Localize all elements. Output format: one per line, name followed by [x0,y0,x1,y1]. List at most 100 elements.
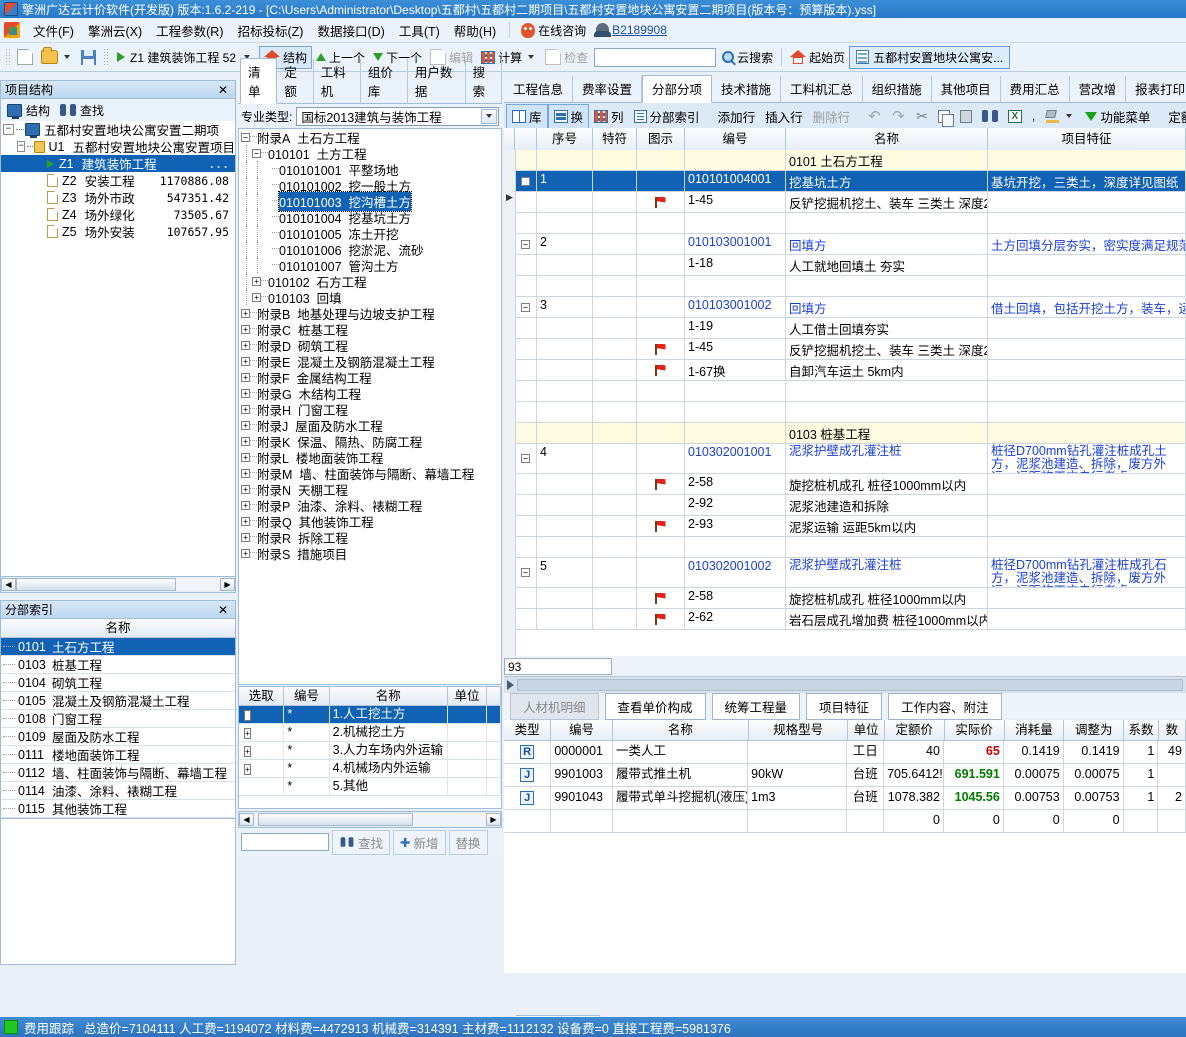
comma-button[interactable]: , [1027,107,1040,125]
library-toggle-button[interactable]: 库 [506,103,548,129]
row-expander[interactable] [515,150,537,170]
grid-sub-row[interactable] [504,213,1186,234]
function-menu-button[interactable]: 功能菜单 [1080,105,1155,128]
grid-sub-row[interactable] [504,402,1186,423]
cell-pick[interactable] [239,778,285,795]
expand-icon[interactable]: + [241,468,250,478]
classification-row[interactable]: + 附录S 措施项目 [239,545,501,562]
row-expander[interactable] [515,609,537,629]
grid-row-selector-bar[interactable]: ▶ [504,150,516,656]
row-expander[interactable] [515,516,537,536]
library-sub-row[interactable]: + * 1.人工挖土方 [239,706,501,724]
row-expander[interactable]: − [515,234,537,254]
library-replace-button[interactable]: 替换 [448,829,488,855]
menu-item-data-interface[interactable]: 数据接口(D) [310,18,391,43]
section-index-table[interactable]: 名称 0101 土石方工程 0103 桩基工程 0104 砌筑工程 0105 混凝土及钢… [0,619,236,819]
expand-icon[interactable]: + [241,356,250,366]
expand-icon[interactable]: + [241,548,250,558]
collapse-icon[interactable]: − [521,176,530,186]
grid-sub-row[interactable]: 1-45反铲挖掘机挖土、装车 三类土 深度2m以内 [504,192,1186,213]
section-index-row[interactable]: 0105 混凝土及钢筋混凝土工程 [1,692,235,710]
add-row-button[interactable]: 添加行 [713,105,761,128]
scroll-right-icon[interactable]: ▶ [486,813,501,826]
cell-pick[interactable]: + [239,760,285,777]
scroll-right-icon[interactable]: ▶ [220,578,235,591]
detail-row[interactable]: J 9901003 履带式推土机 90kW 台班 705.6412! 691.591 0.00… [504,764,1186,787]
grid-sub-row[interactable]: 2-93 泥浆运输 运距5km以内 [504,516,1186,537]
cell-pick[interactable]: + [239,742,285,759]
library-sub-row[interactable]: + * 3.人力车场内外运输 [239,742,501,760]
tree-unit-row[interactable]: − U1 五都村安置地块公寓安置项目 [1,138,235,155]
section-index-row[interactable]: 0111 楼地面装饰工程 [1,746,235,764]
grid-sub-row[interactable]: 1-45反铲挖掘机挖土、装车 三类土 深度2m以内 [504,339,1186,360]
find-button[interactable] [977,108,1003,124]
grid-sub-row[interactable]: 2-58 旋挖桩机成孔 桩径1000mm以内 [504,474,1186,495]
library-sub-row[interactable]: + * 4.机械场内外运输 [239,760,501,778]
collapse-icon[interactable]: − [521,302,530,312]
main-tab-9[interactable]: 报表打印 [1126,76,1186,102]
row-expander[interactable] [515,213,537,233]
section-index-row[interactable]: 0104 砌筑工程 [1,674,235,692]
columns-button[interactable]: 列 [589,105,629,128]
open-file-button[interactable] [37,47,77,66]
menu-item-file[interactable]: 文件(F) [26,18,81,43]
row-expander[interactable] [515,360,537,380]
new-file-button[interactable] [13,47,37,67]
main-tab-1[interactable]: 费率设置 [573,76,643,102]
main-tab-8[interactable]: 营改增 [1070,76,1127,102]
expand-icon[interactable]: + [241,452,250,462]
collapse-icon[interactable]: − [521,239,530,249]
tree-item-z4[interactable]: Z4 场外绿化 73505.67 [1,206,235,223]
section-index-row[interactable]: 0115 其他装饰工程 [1,800,235,818]
row-expander[interactable]: − [515,444,537,473]
expand-icon[interactable]: + [244,764,251,775]
section-index-row[interactable]: 0108 门窗工程 [1,710,235,728]
grid-item-row[interactable]: −1 010101004001 挖基坑土方 基坑开挖，三类土，深度详见图纸 [504,171,1186,192]
row-expander[interactable]: − [515,297,537,317]
library-find-button[interactable]: 查找 [332,829,391,855]
grid-item-row[interactable]: −2 010103001001回填方土方回填分层夯实，密实度满足规范要求 [504,234,1186,255]
collapse-icon[interactable]: − [3,124,14,135]
row-expander[interactable] [515,423,537,443]
detail-tab-content[interactable]: 工作内容、附注 [888,692,1002,720]
expand-icon[interactable]: + [241,484,250,494]
expand-icon[interactable]: + [241,308,250,318]
row-expander[interactable] [515,381,537,401]
detail-grid-body[interactable]: R 0000001 一类人工 工日 40 65 0.1419 0.1419 1 49 J 990100… [504,741,1186,833]
classification-tree[interactable]: − 附录A 土石方工程 −010101 土方工程 010101001 平整场地 0101… [238,128,502,685]
tab-yonghushuju[interactable]: 用户数据 [408,59,466,103]
collapse-icon[interactable]: − [521,454,530,463]
tab-gongliaoji[interactable]: 工料机 [314,59,361,103]
find-tool-button[interactable]: 查找 [60,102,104,119]
section-index-row[interactable]: 0101 土石方工程 [1,638,235,656]
collapse-icon[interactable]: − [252,148,261,158]
grid-section-row[interactable]: 0101 土石方工程 [504,150,1186,171]
items-grid-body[interactable]: 0101 土石方工程 −1 010101004001 挖基坑土方 基坑开挖，三类土，深度… [504,150,1186,656]
tab-zujiaku[interactable]: 组价库 [361,59,408,103]
scroll-left-icon[interactable]: ◀ [239,813,254,826]
tree-item-z3[interactable]: Z3 场外市政 547351.42 [1,189,235,206]
menu-item-tools[interactable]: 工具(T) [392,18,447,43]
major-type-select[interactable]: 国标2013建筑与装饰工程 [296,106,499,126]
tab-dinge[interactable]: 定额 [277,59,314,103]
insert-row-button[interactable]: 插入行 [760,105,808,128]
close-icon[interactable]: ✕ [215,603,231,617]
library-sub-row[interactable]: * 5.其他 [239,778,501,796]
section-index-button[interactable]: 分部索引 [629,105,705,128]
grid-sub-row[interactable] [504,381,1186,402]
library-sub-row[interactable]: + * 2.机械挖土方 [239,724,501,742]
save-button[interactable] [77,48,100,67]
search-input[interactable] [594,47,717,67]
expand-icon[interactable]: + [241,372,250,382]
grid-item-row[interactable]: −4 010302001001 泥浆护壁成孔灌注桩 桩径D700mm钻孔灌注桩成孔土方… [504,444,1186,474]
grid-sub-row[interactable] [504,276,1186,297]
expand-icon[interactable]: + [244,710,251,721]
main-tab-7[interactable]: 费用汇总 [1001,76,1070,102]
section-index-row[interactable]: 0109 屋面及防水工程 [1,728,235,746]
expand-icon[interactable]: + [241,404,250,414]
menu-item-help[interactable]: 帮助(H) [447,18,503,43]
copy-button[interactable] [933,108,955,127]
cell-pick[interactable]: + [239,706,285,723]
section-index-row[interactable]: 0112 墙、柱面装饰与隔断、幕墙工程 [1,764,235,782]
expand-icon[interactable]: + [241,516,250,526]
